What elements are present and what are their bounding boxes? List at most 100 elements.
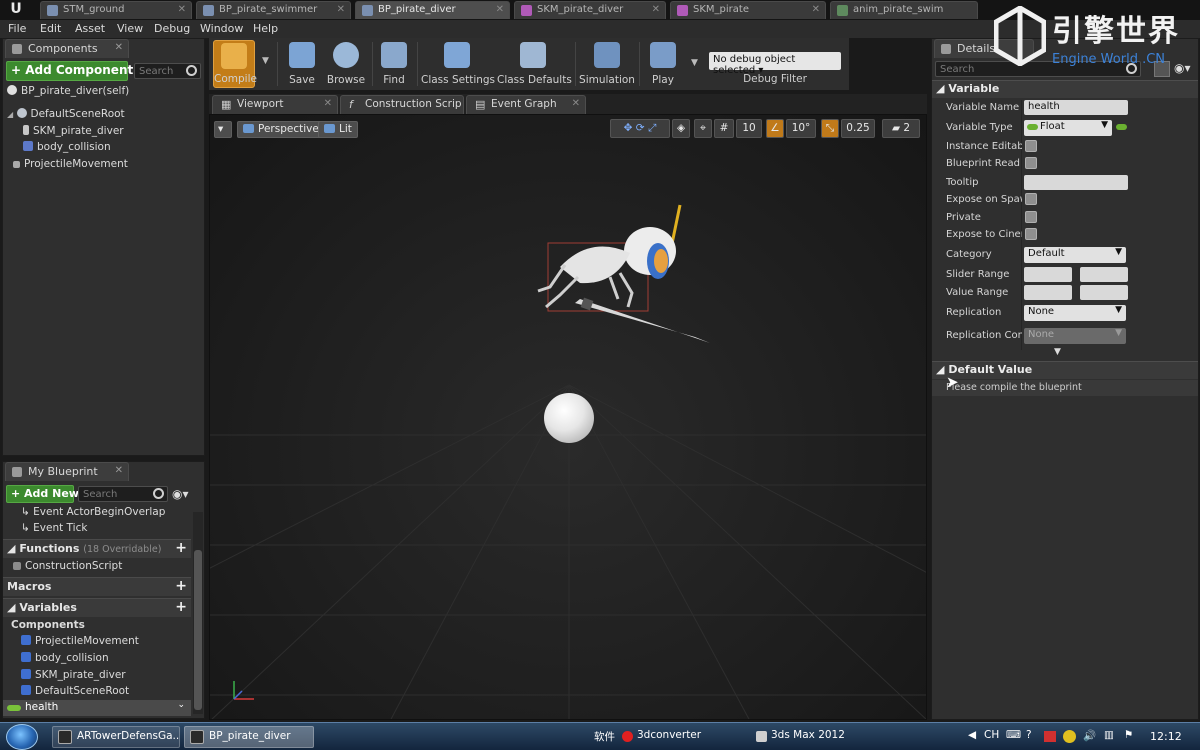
close-icon[interactable]: ✕ — [812, 4, 820, 15]
tab-construction-script[interactable]: f Construction Scrip — [340, 95, 464, 114]
world-local-icon[interactable]: ◈ — [672, 119, 690, 138]
browse-button[interactable]: Browse — [325, 40, 367, 88]
slider-range-min-field[interactable] — [1024, 267, 1072, 282]
var-skm-pirate-diver[interactable]: SKM_pirate_diver — [21, 669, 126, 681]
replication-select[interactable]: None ▼ — [1024, 305, 1126, 321]
tab-skm-pirate[interactable]: SKM_pirate ✕ — [670, 1, 826, 19]
action-center-flag-icon[interactable]: ⚑ — [1124, 729, 1133, 741]
viewport-options-chevron-icon[interactable]: ▾ — [214, 121, 232, 138]
my-blueprint-tab[interactable]: My Blueprint ✕ — [5, 462, 129, 481]
close-icon[interactable]: ✕ — [652, 4, 660, 15]
volume-icon[interactable]: 🔊 — [1083, 729, 1096, 742]
private-checkbox[interactable] — [1025, 211, 1037, 223]
close-icon[interactable]: ✕ — [115, 465, 123, 476]
class-defaults-button[interactable]: Class Defaults — [497, 40, 572, 88]
tab-viewport[interactable]: ▦ Viewport ✕ — [212, 95, 338, 114]
macros-section-header[interactable]: Macros + — [3, 577, 191, 596]
add-macro-icon[interactable]: + — [175, 578, 187, 594]
taskbar-clock[interactable]: 12:12 — [1150, 730, 1182, 743]
menu-debug[interactable]: Debug — [154, 22, 190, 35]
find-button[interactable]: Find — [375, 40, 413, 88]
compile-button[interactable]: Compile — [213, 40, 257, 88]
tab-event-graph[interactable]: ▤ Event Graph ✕ — [466, 95, 586, 114]
menu-view[interactable]: View — [117, 22, 143, 35]
grid-snap-value[interactable]: 10 — [736, 119, 762, 138]
advanced-expand-chevron-icon[interactable]: ▼ — [1054, 347, 1061, 357]
debug-object-select[interactable]: No debug object selected ▾ — [709, 52, 841, 76]
rotate-icon[interactable]: ⟳ — [636, 122, 645, 134]
windows-start-button[interactable] — [6, 724, 38, 750]
tree-item-defaultsceneroot[interactable]: ◢ DefaultSceneRoot — [7, 108, 125, 120]
blueprint-read-only-checkbox[interactable] — [1025, 157, 1037, 169]
input-language[interactable]: CH — [984, 729, 999, 741]
menu-window[interactable]: Window — [200, 22, 243, 35]
tab-anim-pirate-swim[interactable]: anim_pirate_swim — [830, 1, 978, 19]
close-icon[interactable]: ✕ — [496, 4, 504, 15]
viewport[interactable]: ▾ Perspective Lit ✥ ⟳ ⤢ ◈ ⌖ # 10 ∠ 10° ⤡… — [209, 114, 927, 720]
components-search-input[interactable]: Search — [134, 63, 201, 79]
help-icon[interactable]: ? — [1026, 729, 1032, 741]
variable-section-header[interactable]: ◢ Variable — [932, 80, 1198, 98]
tab-skm-pirate-diver[interactable]: SKM_pirate_diver ✕ — [514, 1, 666, 19]
value-range-min-field[interactable] — [1024, 285, 1072, 300]
close-icon[interactable]: ✕ — [572, 98, 580, 109]
close-icon[interactable]: ✕ — [115, 42, 123, 53]
grid-snap-icon[interactable]: # — [714, 119, 734, 138]
default-value-section-header[interactable]: ◢ Default Value — [932, 361, 1198, 379]
play-options-chevron-icon[interactable]: ▼ — [691, 58, 698, 68]
tree-item-body-collision[interactable]: body_collision — [23, 141, 111, 153]
pirate-diver-mesh[interactable] — [520, 195, 720, 355]
rotation-snap-icon[interactable]: ∠ — [766, 119, 784, 138]
blueprint-scrollbar[interactable] — [193, 512, 203, 714]
perspective-button[interactable]: Perspective — [237, 121, 325, 138]
tray-3ds-max[interactable]: 3ds Max 2012 — [771, 729, 845, 741]
variable-name-field[interactable]: health — [1024, 100, 1128, 115]
compile-options-chevron-icon[interactable]: ▼ — [262, 56, 269, 66]
tree-item-self[interactable]: BP_pirate_diver(self) — [7, 85, 129, 97]
class-settings-button[interactable]: Class Settings — [421, 40, 495, 88]
var-health-selected[interactable]: health ⌄ — [3, 700, 191, 716]
show-hidden-icons-arrow-icon[interactable]: ◀ — [968, 729, 976, 741]
collapse-arrow-icon[interactable]: ◢ — [7, 110, 13, 119]
menu-help[interactable]: Help — [253, 22, 278, 35]
close-icon[interactable]: ✕ — [178, 4, 186, 15]
scale-snap-icon[interactable]: ⤡ — [821, 119, 839, 138]
tray-app-icon[interactable] — [1044, 731, 1056, 742]
keyboard-icon[interactable]: ⌨ — [1006, 729, 1021, 741]
tree-item-projectilemovement[interactable]: ProjectileMovement — [13, 158, 128, 170]
event-tick[interactable]: ↳ Event Tick — [21, 522, 87, 534]
var-projectilemovement[interactable]: ProjectileMovement — [21, 635, 139, 647]
expose-on-spawn-checkbox[interactable] — [1025, 193, 1037, 205]
scroll-thumb[interactable] — [194, 550, 202, 710]
close-icon[interactable]: ✕ — [324, 98, 332, 109]
var-body-collision[interactable]: body_collision — [21, 652, 109, 664]
tab-bp-pirate-diver[interactable]: BP_pirate_diver ✕ — [355, 1, 510, 19]
container-type-pill-icon[interactable] — [1116, 124, 1127, 130]
expose-to-cinematics-checkbox[interactable] — [1025, 228, 1037, 240]
camera-speed-control[interactable]: ▰ 2 — [882, 119, 920, 138]
lit-button[interactable]: Lit — [318, 121, 358, 138]
blueprint-search-input[interactable]: Search — [78, 486, 168, 502]
transform-tools-group[interactable]: ✥ ⟳ ⤢ — [610, 119, 670, 138]
components-category[interactable]: Components — [11, 619, 85, 631]
play-button[interactable]: Play — [643, 40, 683, 88]
view-options-eye-icon[interactable]: ◉▾ — [172, 487, 189, 501]
projectile-sphere-mesh[interactable] — [544, 393, 594, 443]
variable-type-select[interactable]: Float ▼ — [1024, 120, 1112, 136]
add-function-icon[interactable]: + — [175, 540, 187, 556]
variables-section-header[interactable]: ◢ Variables + — [3, 598, 191, 617]
instance-editable-checkbox[interactable] — [1025, 140, 1037, 152]
functions-section-header[interactable]: ◢ Functions (18 Overridable) + — [3, 539, 191, 558]
save-button[interactable]: Save — [283, 40, 321, 88]
add-component-button[interactable]: + Add Component ▾ — [6, 61, 143, 81]
taskbar-artowerdefense[interactable]: ARTowerDefensGa... — [52, 726, 180, 748]
scale-icon[interactable]: ⤢ — [648, 122, 656, 134]
surface-snap-icon[interactable]: ⌖ — [694, 119, 712, 138]
tray-3dconverter[interactable]: 3dconverter — [637, 729, 701, 741]
add-variable-icon[interactable]: + — [175, 599, 187, 615]
tray-smiley-icon[interactable] — [1063, 730, 1076, 743]
event-actor-begin-overlap[interactable]: ↳ Event ActorBeginOverlap — [21, 506, 165, 518]
menu-file[interactable]: File — [8, 22, 26, 35]
scale-snap-value[interactable]: 0.25 — [841, 119, 875, 138]
move-icon[interactable]: ✥ — [624, 122, 633, 134]
